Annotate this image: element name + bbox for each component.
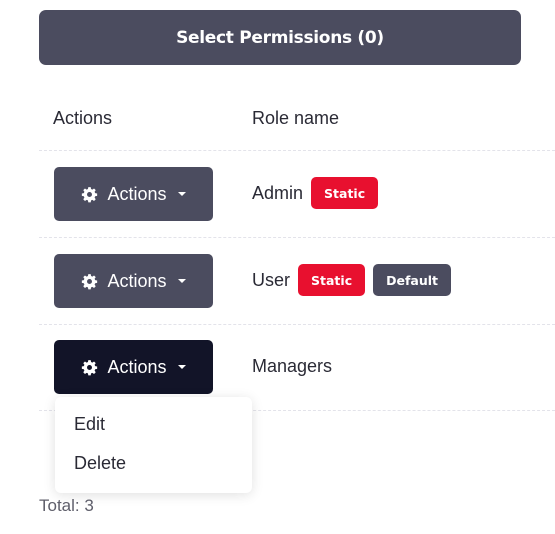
static-badge: Static (298, 264, 366, 296)
table-row: Actions User Static Default (0, 238, 555, 324)
table-header-actions: Actions (53, 108, 113, 128)
table-header-role-name: Role name (252, 108, 340, 128)
actions-button-label: Actions (107, 356, 167, 377)
dropdown-item-delete[interactable]: Delete (74, 453, 126, 474)
caret-down-icon (177, 192, 186, 196)
actions-button-label: Actions (107, 183, 167, 204)
actions-button[interactable]: Actions (54, 167, 213, 221)
default-badge: Default (373, 264, 451, 296)
dropdown-item-edit[interactable]: Edit (74, 414, 105, 435)
gear-icon (81, 359, 98, 376)
total-count: Total: 3 (39, 496, 94, 515)
gear-icon (81, 186, 98, 203)
role-name-cell: Admin Static (252, 177, 379, 209)
role-name: Managers (252, 356, 333, 376)
static-badge: Static (311, 177, 379, 209)
actions-dropdown-menu: Edit Delete (55, 397, 252, 493)
caret-down-icon (177, 279, 186, 283)
role-name: User (252, 269, 291, 290)
gear-icon (81, 273, 98, 290)
select-permissions-label: Select Permissions (0) (176, 27, 384, 48)
role-name: Admin (252, 182, 304, 203)
role-name-cell: User Static Default (252, 264, 451, 296)
actions-button-label: Actions (107, 270, 167, 291)
role-name-cell: Managers (252, 356, 332, 377)
actions-button[interactable]: Actions (54, 254, 213, 308)
select-permissions-button[interactable]: Select Permissions (0) (39, 10, 521, 65)
actions-button[interactable]: Actions (54, 340, 213, 394)
table-row: Actions Admin Static (0, 151, 555, 237)
caret-down-icon (177, 365, 186, 369)
